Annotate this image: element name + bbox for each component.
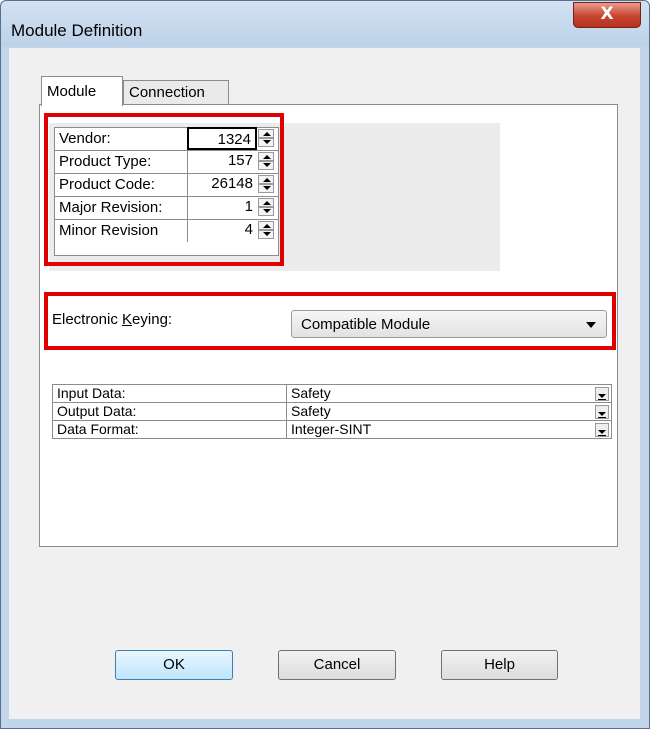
vendor-value: 1324 xyxy=(217,131,251,148)
output-data-field[interactable]: Safety xyxy=(286,403,611,420)
minor-revision-label: Minor Revision xyxy=(59,222,159,239)
vendor-row: Vendor: 1324 xyxy=(55,127,278,151)
title-bar[interactable]: Module Definition X xyxy=(1,1,649,47)
data-format-row: Data Format: Integer-SINT xyxy=(53,421,611,439)
spin-up-icon[interactable] xyxy=(258,221,274,230)
tab-module[interactable]: Module xyxy=(41,76,123,106)
product-code-spinner[interactable] xyxy=(258,175,274,194)
dropdown-arrow-icon[interactable] xyxy=(595,405,609,419)
input-data-label: Input Data: xyxy=(57,385,126,401)
spin-up-icon[interactable] xyxy=(258,152,274,161)
chevron-down-icon xyxy=(586,322,596,328)
ok-button[interactable]: OK xyxy=(115,650,233,680)
spin-up-icon[interactable] xyxy=(258,175,274,184)
spin-down-icon[interactable] xyxy=(258,161,274,170)
major-revision-spinner[interactable] xyxy=(258,198,274,217)
product-code-label: Product Code: xyxy=(59,176,155,193)
input-data-row: Input Data: Safety xyxy=(53,385,611,403)
electronic-keying-label-part: Electronic xyxy=(52,311,123,328)
input-data-field[interactable]: Safety xyxy=(286,385,611,402)
vendor-spinner[interactable] xyxy=(258,129,274,148)
data-format-field[interactable]: Integer-SINT xyxy=(286,421,611,438)
vendor-field[interactable]: 1324 xyxy=(187,127,257,150)
data-format-label: Data Format: xyxy=(57,421,139,437)
tab-module-label: Module xyxy=(47,83,97,100)
minor-revision-row: Minor Revision 4 xyxy=(55,219,278,243)
product-code-value: 26148 xyxy=(211,175,253,192)
vendor-label: Vendor: xyxy=(59,130,111,147)
spin-up-icon[interactable] xyxy=(258,129,274,138)
window-title: Module Definition xyxy=(11,21,143,40)
help-button[interactable]: Help xyxy=(441,650,558,680)
product-type-value: 157 xyxy=(227,152,253,169)
electronic-keying-label-part: eying: xyxy=(132,311,173,328)
dialog-body: Module Connection Vendor: 1324 Product T… xyxy=(9,48,640,719)
close-icon: X xyxy=(600,4,614,24)
product-type-spinner[interactable] xyxy=(258,152,274,171)
product-code-field[interactable]: 26148 xyxy=(187,173,257,196)
data-settings-table: Input Data: Safety Output Data: Safety D… xyxy=(52,384,612,439)
product-type-row: Product Type: 157 xyxy=(55,150,278,174)
minor-revision-field[interactable]: 4 xyxy=(187,219,257,242)
minor-revision-spinner[interactable] xyxy=(258,221,274,240)
spin-down-icon[interactable] xyxy=(258,138,274,147)
module-definition-dialog: Module Definition X Module Connection Ve… xyxy=(0,0,650,729)
output-data-value: Safety xyxy=(291,403,331,419)
major-revision-label: Major Revision: xyxy=(59,199,163,216)
tab-connection-label: Connection xyxy=(129,84,205,101)
electronic-keying-accelerator: K xyxy=(122,311,133,328)
electronic-keying-value: Compatible Module xyxy=(301,316,431,333)
input-data-value: Safety xyxy=(291,385,331,401)
major-revision-row: Major Revision: 1 xyxy=(55,196,278,220)
product-code-row: Product Code: 26148 xyxy=(55,173,278,197)
major-revision-value: 1 xyxy=(244,198,253,215)
module-identity-table: Vendor: 1324 Product Type: 157 Product C… xyxy=(54,127,279,256)
spin-down-icon[interactable] xyxy=(258,207,274,216)
product-type-label: Product Type: xyxy=(59,153,152,170)
electronic-keying-label: Electronic Keying: xyxy=(52,311,172,328)
spin-up-icon[interactable] xyxy=(258,198,274,207)
data-format-value: Integer-SINT xyxy=(291,421,372,437)
electronic-keying-dropdown[interactable]: Compatible Module xyxy=(291,310,607,338)
spin-down-icon[interactable] xyxy=(258,184,274,193)
tab-connection[interactable]: Connection xyxy=(123,80,229,104)
dropdown-arrow-icon[interactable] xyxy=(595,387,609,401)
close-button[interactable]: X xyxy=(573,2,641,28)
major-revision-field[interactable]: 1 xyxy=(187,196,257,219)
dropdown-arrow-icon[interactable] xyxy=(595,423,609,437)
minor-revision-value: 4 xyxy=(244,221,253,238)
spin-down-icon[interactable] xyxy=(258,230,274,239)
output-data-label: Output Data: xyxy=(57,403,137,419)
product-type-field[interactable]: 157 xyxy=(187,150,257,173)
output-data-row: Output Data: Safety xyxy=(53,403,611,421)
cancel-button[interactable]: Cancel xyxy=(278,650,396,680)
